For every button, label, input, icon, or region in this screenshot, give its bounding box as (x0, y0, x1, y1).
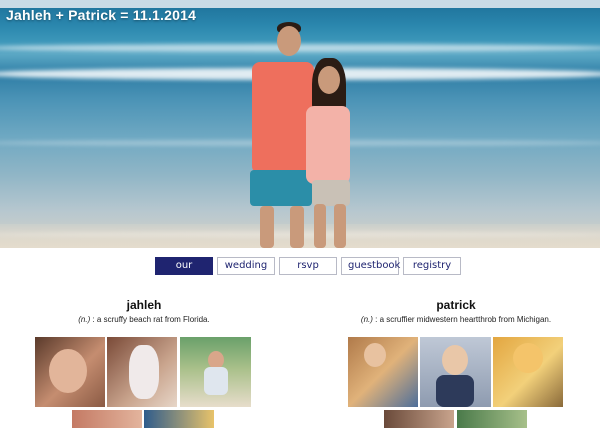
profile-definition: (n.) : a scruffy beach rat from Florida. (24, 315, 264, 324)
costume (129, 345, 159, 399)
tank-top (306, 106, 350, 184)
bunny-costume-photo (107, 337, 177, 407)
nav-wedding[interactable]: wedding (217, 257, 275, 275)
head (277, 26, 301, 56)
main-nav: our story wedding rsvp guestbook registr… (155, 257, 461, 287)
shirt (252, 62, 314, 174)
definition-text: : a scruffy beach rat from Florida. (90, 315, 210, 324)
hero-photo: Jahleh + Patrick = 11.1.2014 (0, 0, 600, 248)
profile-name: patrick (436, 298, 476, 312)
outdoor-photo (457, 410, 527, 428)
outfit (204, 367, 228, 395)
family-photo (72, 410, 142, 428)
group-photo (384, 410, 454, 428)
costume-photo (493, 337, 563, 407)
toddler-photo (180, 337, 251, 407)
part-of-speech: (n.) (78, 315, 91, 324)
leg (334, 204, 346, 248)
profile-name: jahleh (126, 298, 162, 312)
shorts (250, 170, 312, 206)
baby-photo (35, 337, 105, 407)
part-of-speech: (n.) (360, 315, 373, 324)
nav-rsvp[interactable]: rsvp (279, 257, 337, 275)
face (49, 349, 87, 393)
site-title: Jahleh + Patrick = 11.1.2014 (6, 7, 197, 23)
nav-guestbook[interactable]: guestbook (341, 257, 400, 275)
profile-patrick: patrick (n.) : a scruffier midwestern he… (336, 298, 576, 324)
portrait-photo (420, 337, 491, 407)
face (364, 343, 386, 367)
shorts (312, 180, 350, 206)
leg (314, 204, 326, 248)
nav-registry[interactable]: registry (403, 257, 461, 275)
leg (260, 206, 274, 248)
outfit (436, 375, 474, 407)
head (318, 66, 340, 94)
nav-our-story[interactable]: our story (155, 257, 213, 287)
profile-definition: (n.) : a scruffier midwestern heartthrob… (336, 315, 576, 324)
leg (290, 206, 304, 248)
baby-photo (348, 337, 418, 407)
face (513, 343, 543, 373)
sign-photo (144, 410, 214, 428)
profile-jahleh: jahleh (n.) : a scruffy beach rat from F… (24, 298, 264, 324)
face (442, 345, 468, 375)
definition-text: : a scruffier midwestern heartthrob from… (372, 315, 552, 324)
